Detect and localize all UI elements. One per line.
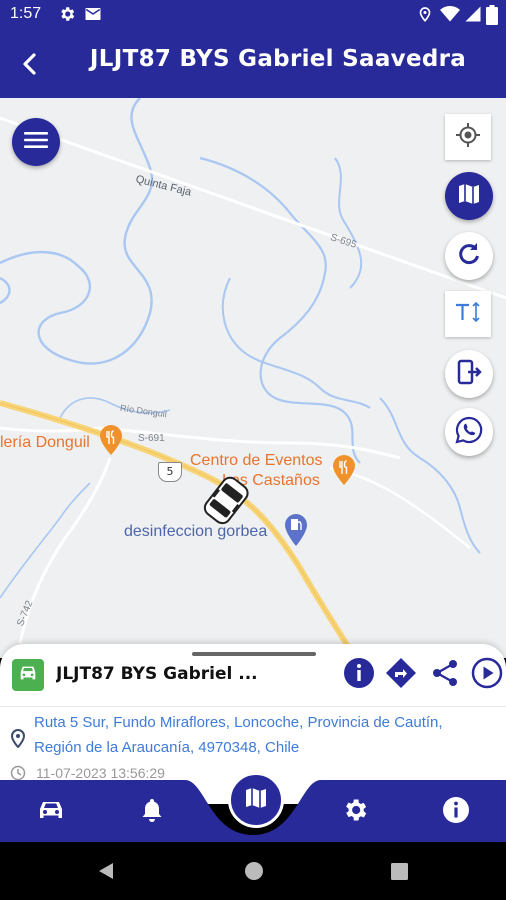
nav-info[interactable] [436, 792, 476, 832]
poi-desinfeccion-label: desinfeccion gorbea [124, 523, 268, 540]
map-canvas [0, 98, 506, 658]
back-triangle-icon[interactable] [96, 861, 116, 885]
map-label-s691: S-691 [138, 433, 165, 444]
recents-square-icon[interactable] [391, 863, 408, 884]
vehicle-address[interactable]: Ruta 5 Sur, Fundo Miraflores, Loncoche, … [34, 710, 484, 760]
status-time: 1:57 [10, 5, 42, 22]
map-type-button[interactable] [445, 172, 493, 220]
my-location-icon [455, 122, 481, 152]
system-navigation-bar [0, 842, 506, 900]
share-icon [430, 658, 460, 692]
directions-icon [385, 657, 417, 693]
nav-map[interactable] [228, 772, 284, 828]
sheet-divider [0, 706, 506, 707]
mail-icon [84, 5, 102, 27]
map-view[interactable]: Quinta Faja S-695 S-691 Río Donguil S-74… [0, 98, 506, 658]
poi-centro-eventos-label: Centro de Eventos [190, 452, 323, 469]
map-icon [243, 785, 269, 815]
vehicle-info-button[interactable] [342, 658, 376, 692]
page-title: JLJT87 BYS Gabriel Saavedra [89, 46, 467, 72]
vehicle-name: JLJT87 BYS Gabriel ... [56, 664, 256, 684]
arrow-left-icon [14, 53, 46, 84]
directions-button[interactable] [384, 658, 418, 692]
logout-button[interactable] [445, 350, 493, 398]
location-pin-icon [10, 728, 26, 752]
signal-icon [464, 5, 482, 27]
settings-icon [58, 5, 76, 27]
vehicle-status-badge [12, 659, 44, 691]
playback-button[interactable] [470, 657, 504, 693]
text-size-button[interactable] [445, 291, 491, 337]
whatsapp-button[interactable] [445, 408, 493, 456]
text-size-icon [454, 301, 482, 327]
play-icon [471, 657, 503, 693]
menu-button[interactable] [12, 118, 60, 166]
nav-alerts[interactable] [132, 792, 172, 832]
refresh-button[interactable] [445, 232, 493, 280]
car-icon [17, 663, 39, 687]
nav-settings[interactable] [335, 792, 375, 832]
whatsapp-icon [454, 415, 484, 449]
share-button[interactable] [428, 658, 462, 692]
poi-donguil-label: lería Donguil [0, 434, 90, 451]
wifi-icon [440, 5, 460, 27]
my-location-button[interactable] [445, 114, 491, 160]
restaurant-pin-icon [98, 424, 124, 460]
gear-icon [341, 796, 369, 828]
status-bar: 1:57 [0, 0, 506, 30]
battery-icon [486, 5, 498, 29]
map-icon [456, 181, 482, 211]
exit-icon [455, 358, 483, 390]
info-icon [343, 657, 375, 693]
bell-icon [140, 797, 164, 827]
gas-station-pin-icon [283, 513, 309, 551]
menu-icon [24, 130, 48, 154]
home-circle-icon[interactable] [244, 861, 264, 885]
nav-vehicles[interactable] [31, 792, 71, 832]
app-bar: JLJT87 BYS Gabriel Saavedra [0, 30, 506, 98]
info-icon [442, 796, 470, 828]
sheet-drag-handle[interactable] [192, 652, 316, 656]
back-button[interactable] [14, 48, 46, 80]
location-icon [416, 5, 434, 27]
vehicle-timestamp: 11-07-2023 13:56:29 [36, 765, 165, 781]
car-icon [37, 798, 65, 826]
refresh-icon [455, 240, 483, 272]
restaurant-pin-icon [331, 454, 357, 490]
route-5-shield: 5 [158, 462, 182, 482]
